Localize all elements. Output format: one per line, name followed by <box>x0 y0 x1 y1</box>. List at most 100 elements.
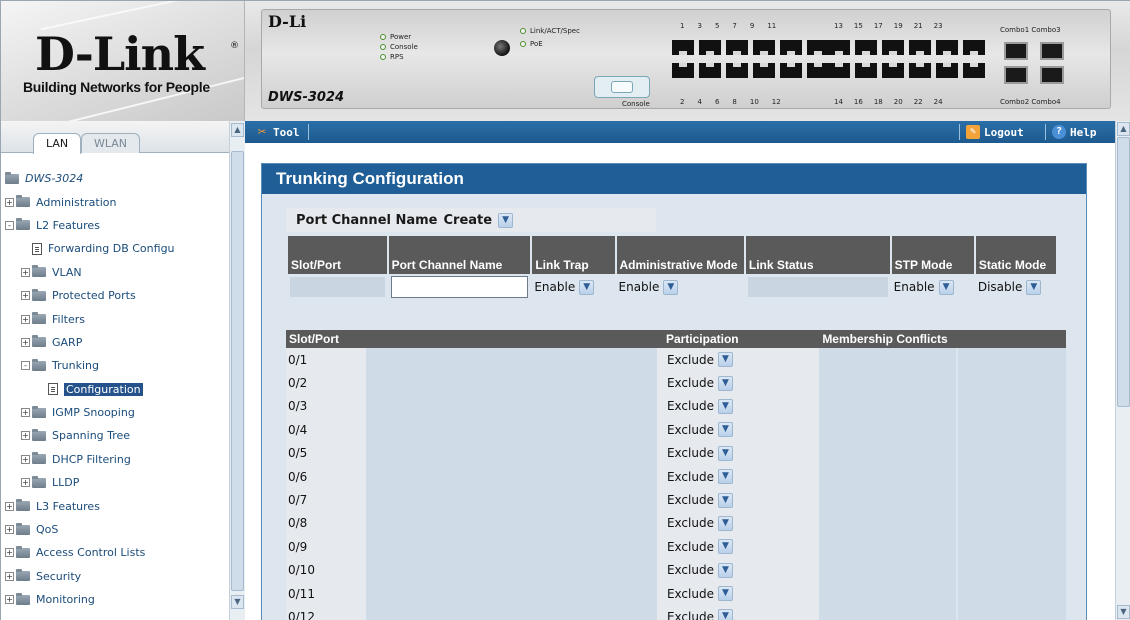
membership-conflicts-cell <box>819 441 956 465</box>
expand-icon[interactable]: + <box>21 291 30 301</box>
slot-port-cell: 0/12 <box>286 605 367 620</box>
admin-mode-select[interactable]: Enable ▼ <box>619 279 679 295</box>
nav-scrollbar[interactable]: ▲ ▼ <box>229 121 245 620</box>
sidebar-item-garp[interactable]: + GARP <box>1 331 229 354</box>
table-row: 0/2 Exclude ▼ <box>286 371 1066 395</box>
scroll-thumb[interactable] <box>1117 137 1130 407</box>
sidebar-item-security[interactable]: + Security <box>1 565 229 588</box>
participation-select[interactable]: Exclude ▼ <box>666 515 733 531</box>
tree-item-label: Access Control Lists <box>36 546 146 560</box>
sidebar-item-access-control-lists[interactable]: + Access Control Lists <box>1 541 229 564</box>
port-row-bottom-a <box>672 63 829 78</box>
help-button[interactable]: ? Help <box>1045 124 1097 140</box>
participation-select[interactable]: Exclude ▼ <box>667 422 733 438</box>
port-icon <box>855 63 877 78</box>
expand-icon[interactable]: + <box>21 478 30 488</box>
port-number: 3 <box>697 22 702 30</box>
participation-select[interactable]: Exclude ▼ <box>667 492 733 508</box>
tree-item-label: Security <box>36 569 82 583</box>
sidebar-item-filters[interactable]: + Filters <box>1 307 229 330</box>
reset-knob-icon <box>494 40 510 56</box>
scroll-up-icon[interactable]: ▲ <box>231 123 244 137</box>
participation-value: Exclude <box>666 516 714 531</box>
participation-select[interactable]: Exclude ▼ <box>667 398 733 414</box>
port-number: 12 <box>771 98 781 106</box>
pcn-value: Create <box>443 212 493 228</box>
sidebar-item-administration[interactable]: + Administration <box>1 190 229 213</box>
expand-icon[interactable]: + <box>21 337 30 347</box>
port-number: 18 <box>873 98 883 106</box>
expand-icon[interactable]: + <box>21 431 30 441</box>
port-channel-select[interactable]: Create ▼ <box>443 212 514 228</box>
tab-lan[interactable]: LAN <box>33 133 82 154</box>
port-channel-name-input[interactable] <box>390 276 529 298</box>
slot-port-cell: 0/8 <box>286 511 367 536</box>
participation-select[interactable]: Exclude ▼ <box>667 562 733 578</box>
port-number: 5 <box>714 22 720 30</box>
participation-select[interactable]: Exclude ▼ <box>667 375 733 391</box>
participation-select[interactable]: Exclude ▼ <box>666 352 733 368</box>
sidebar-item-dhcp-filtering[interactable]: + DHCP Filtering <box>1 448 229 471</box>
expand-icon[interactable]: + <box>21 267 30 277</box>
tree-item-label: DWS-3024 <box>25 172 84 186</box>
tree-item-label: IGMP Snooping <box>52 406 135 420</box>
expand-icon[interactable]: + <box>21 314 30 324</box>
participation-cell: Exclude ▼ <box>662 348 760 372</box>
sidebar-item-trunking[interactable]: - Trunking <box>1 354 229 377</box>
sidebar-item-igmp-snooping[interactable]: + IGMP Snooping <box>1 401 229 424</box>
sidebar-item-protected-ports[interactable]: + Protected Ports <box>1 284 229 307</box>
scroll-thumb[interactable] <box>231 151 244 591</box>
static-mode-value: Disable <box>977 280 1023 294</box>
participation-select[interactable]: Exclude ▼ <box>667 609 733 620</box>
sidebar-item-dws-3024[interactable]: DWS-3024 <box>1 167 229 190</box>
table-row: 0/1 Exclude ▼ <box>286 348 1066 372</box>
sidebar-item-l2-features[interactable]: - L2 Features <box>1 214 229 237</box>
participation-select[interactable]: Exclude ▼ <box>667 539 733 555</box>
logout-button[interactable]: ✎ Logout <box>959 124 1024 140</box>
port-icon <box>780 63 802 78</box>
expand-icon[interactable]: + <box>21 408 30 418</box>
sidebar-item-vlan[interactable]: + VLAN <box>1 261 229 284</box>
tab-wlan[interactable]: WLAN <box>81 133 141 153</box>
folder-icon <box>32 312 46 325</box>
scroll-down-icon[interactable]: ▼ <box>1117 605 1130 619</box>
row-fill <box>366 488 657 512</box>
content-scrollbar[interactable]: ▲ ▼ <box>1115 121 1130 620</box>
sidebar-item-monitoring[interactable]: + Monitoring <box>1 588 229 611</box>
sidebar-item-l3-features[interactable]: + L3 Features <box>1 494 229 517</box>
led-label-console: Console <box>390 43 418 51</box>
participation-select[interactable]: Exclude ▼ <box>667 445 733 461</box>
expand-icon[interactable]: + <box>5 501 14 511</box>
stp-mode-select[interactable]: Enable ▼ <box>894 279 954 295</box>
tool-menu-button[interactable]: ✂ Tool <box>255 124 309 140</box>
expand-icon[interactable]: + <box>5 595 14 605</box>
link-trap-select[interactable]: Enable ▼ <box>534 279 595 295</box>
membership-conflicts-cell <box>819 394 956 419</box>
expand-icon[interactable]: + <box>5 525 14 535</box>
scroll-down-icon[interactable]: ▼ <box>231 595 244 609</box>
collapse-icon[interactable]: - <box>5 220 14 230</box>
row-gap <box>759 418 820 442</box>
participation-select[interactable]: Exclude ▼ <box>667 586 733 602</box>
row-gap <box>759 348 820 372</box>
sidebar-item-spanning-tree[interactable]: + Spanning Tree <box>1 424 229 447</box>
sidebar-item-qos[interactable]: + QoS <box>1 518 229 541</box>
expand-icon[interactable]: + <box>5 571 14 581</box>
scroll-up-icon[interactable]: ▲ <box>1117 122 1130 136</box>
static-mode-select[interactable]: Disable ▼ <box>977 279 1042 295</box>
membership-conflicts-cell-2 <box>955 441 1066 465</box>
sidebar-item-forwarding-db-configu[interactable]: Forwarding DB Configu <box>1 237 229 260</box>
participation-select[interactable]: Exclude ▼ <box>667 469 733 485</box>
participation-value: Exclude <box>666 352 714 367</box>
membership-conflicts-cell-2 <box>955 605 1066 620</box>
collapse-icon[interactable]: - <box>21 361 30 371</box>
expand-icon[interactable]: + <box>5 548 14 558</box>
sidebar-item-configuration[interactable]: Configuration <box>1 378 229 401</box>
sidebar-item-lldp[interactable]: + LLDP <box>1 471 229 494</box>
expand-icon[interactable]: + <box>5 197 14 207</box>
expand-icon[interactable]: + <box>21 454 30 464</box>
folder-icon <box>32 288 46 301</box>
slot-port-cell: 0/6 <box>286 464 367 489</box>
tree-item-label: DHCP Filtering <box>52 452 131 466</box>
table-row: 0/3 Exclude ▼ <box>286 394 1066 419</box>
